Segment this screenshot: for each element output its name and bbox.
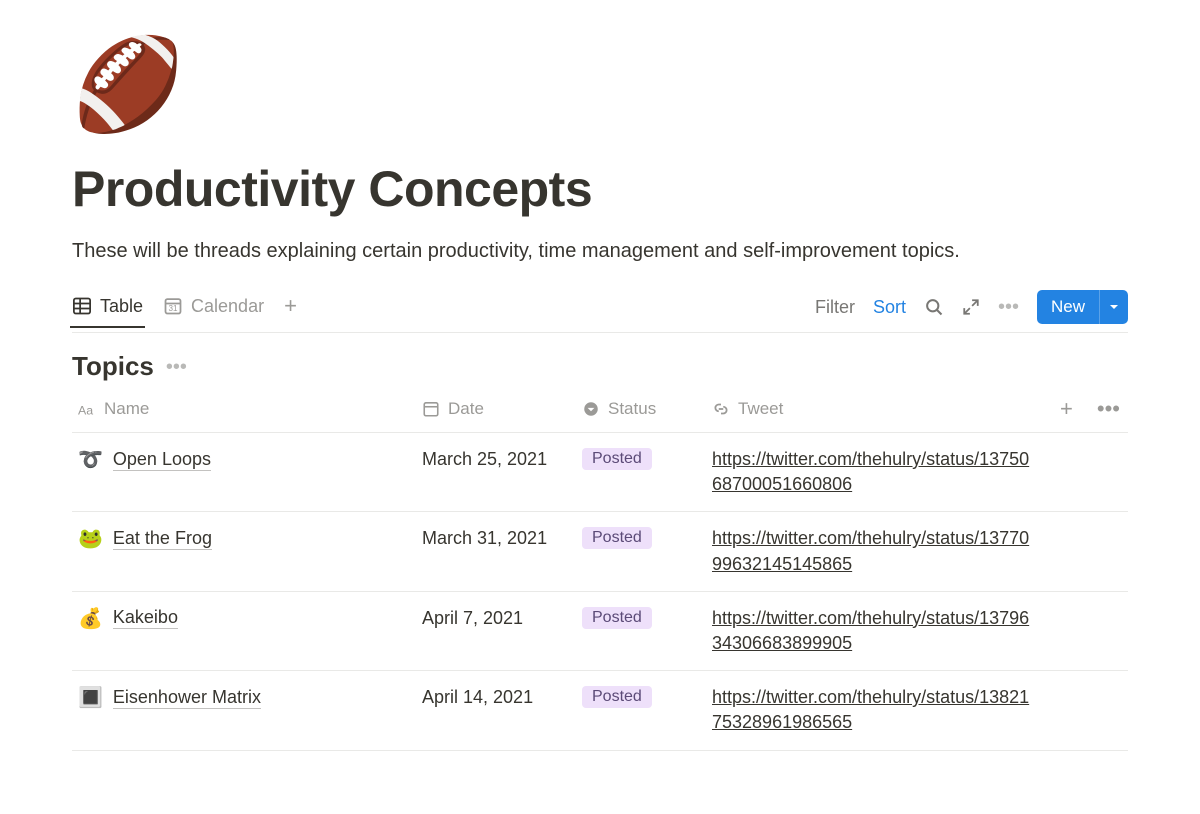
cell-tweet[interactable]: https://twitter.com/thehulry/status/1379… (712, 606, 1032, 656)
row-icon: ➰ (78, 447, 103, 472)
table-icon (72, 296, 92, 316)
cell-date[interactable]: April 7, 2021 (422, 606, 582, 631)
more-icon[interactable]: ••• (998, 297, 1019, 317)
column-more-icon[interactable]: ••• (1097, 396, 1120, 422)
status-badge: Posted (582, 448, 652, 470)
link-icon (712, 400, 730, 418)
cell-date[interactable]: March 25, 2021 (422, 447, 582, 472)
add-column-button[interactable]: + (1060, 396, 1073, 422)
view-tab-calendar[interactable]: 31 Calendar (163, 296, 264, 327)
table-row[interactable]: 🔳 Eisenhower Matrix April 14, 2021Posted ht… (72, 671, 1128, 750)
sort-button[interactable]: Sort (873, 297, 906, 318)
page-description[interactable]: These will be threads explaining certain… (72, 236, 1128, 266)
select-icon (582, 400, 600, 418)
row-name-text: Kakeibo (113, 607, 178, 629)
cell-date[interactable]: March 31, 2021 (422, 526, 582, 551)
cell-status[interactable]: Posted (582, 685, 712, 708)
cell-status[interactable]: Posted (582, 447, 712, 470)
new-dropdown-button[interactable] (1099, 290, 1128, 324)
column-header-date[interactable]: Date (422, 399, 582, 419)
expand-icon[interactable] (962, 298, 980, 316)
cell-status[interactable]: Posted (582, 606, 712, 629)
svg-text:31: 31 (169, 304, 179, 313)
new-button[interactable]: New (1037, 290, 1099, 324)
cell-tweet[interactable]: https://twitter.com/thehulry/status/1377… (712, 526, 1032, 576)
table-header: Aa Name Date (72, 396, 1128, 433)
view-tab-calendar-label: Calendar (191, 296, 264, 317)
status-badge: Posted (582, 607, 652, 629)
column-header-status-label: Status (608, 399, 656, 419)
tweet-link[interactable]: https://twitter.com/thehulry/status/1375… (712, 449, 1029, 494)
cell-tweet[interactable]: https://twitter.com/thehulry/status/1375… (712, 447, 1032, 497)
status-badge: Posted (582, 686, 652, 708)
svg-text:Aa: Aa (78, 404, 93, 418)
calendar-icon: 31 (163, 296, 183, 316)
row-icon: 💰 (78, 606, 103, 631)
row-name-text: Open Loops (113, 449, 211, 471)
view-tab-table-label: Table (100, 296, 143, 317)
tweet-link[interactable]: https://twitter.com/thehulry/status/1377… (712, 528, 1029, 573)
cell-tweet[interactable]: https://twitter.com/thehulry/status/1382… (712, 685, 1032, 735)
cell-status[interactable]: Posted (582, 526, 712, 549)
cell-name[interactable]: 🔳 Eisenhower Matrix (72, 685, 422, 710)
status-badge: Posted (582, 527, 652, 549)
section-title[interactable]: Topics (72, 351, 154, 382)
column-header-tweet-label: Tweet (738, 399, 783, 419)
column-header-date-label: Date (448, 399, 484, 419)
table-row[interactable]: ➰ Open Loops March 25, 2021Posted https://t… (72, 433, 1128, 512)
page-title[interactable]: Productivity Concepts (72, 160, 1128, 218)
column-header-name[interactable]: Aa Name (72, 399, 422, 419)
chevron-down-icon (1108, 301, 1120, 313)
topics-table: Aa Name Date (72, 396, 1128, 751)
row-icon: 🔳 (78, 685, 103, 710)
column-header-status[interactable]: Status (582, 399, 712, 419)
page-icon[interactable]: 🏈 (72, 40, 184, 130)
cell-name[interactable]: 🐸 Eat the Frog (72, 526, 422, 551)
row-name-text: Eisenhower Matrix (113, 687, 261, 709)
cell-name[interactable]: ➰ Open Loops (72, 447, 422, 472)
row-icon: 🐸 (78, 526, 103, 551)
tweet-link[interactable]: https://twitter.com/thehulry/status/1379… (712, 608, 1029, 653)
column-header-name-label: Name (104, 399, 149, 419)
row-name-text: Eat the Frog (113, 528, 212, 550)
section-more-icon[interactable]: ••• (166, 357, 187, 377)
column-header-tweet[interactable]: Tweet (712, 399, 1032, 419)
tweet-link[interactable]: https://twitter.com/thehulry/status/1382… (712, 687, 1029, 732)
cell-date[interactable]: April 14, 2021 (422, 685, 582, 710)
search-icon[interactable] (924, 297, 944, 317)
table-row[interactable]: 🐸 Eat the Frog March 31, 2021Posted https:/… (72, 512, 1128, 591)
table-row[interactable]: 💰 Kakeibo April 7, 2021Posted https://twitt… (72, 592, 1128, 671)
view-tab-table[interactable]: Table (72, 296, 143, 327)
filter-button[interactable]: Filter (815, 297, 855, 318)
date-icon (422, 400, 440, 418)
text-icon: Aa (78, 400, 96, 418)
add-view-button[interactable]: + (284, 295, 297, 327)
cell-name[interactable]: 💰 Kakeibo (72, 606, 422, 631)
views-toolbar: Table 31 Calendar + Filter Sort (72, 290, 1128, 333)
